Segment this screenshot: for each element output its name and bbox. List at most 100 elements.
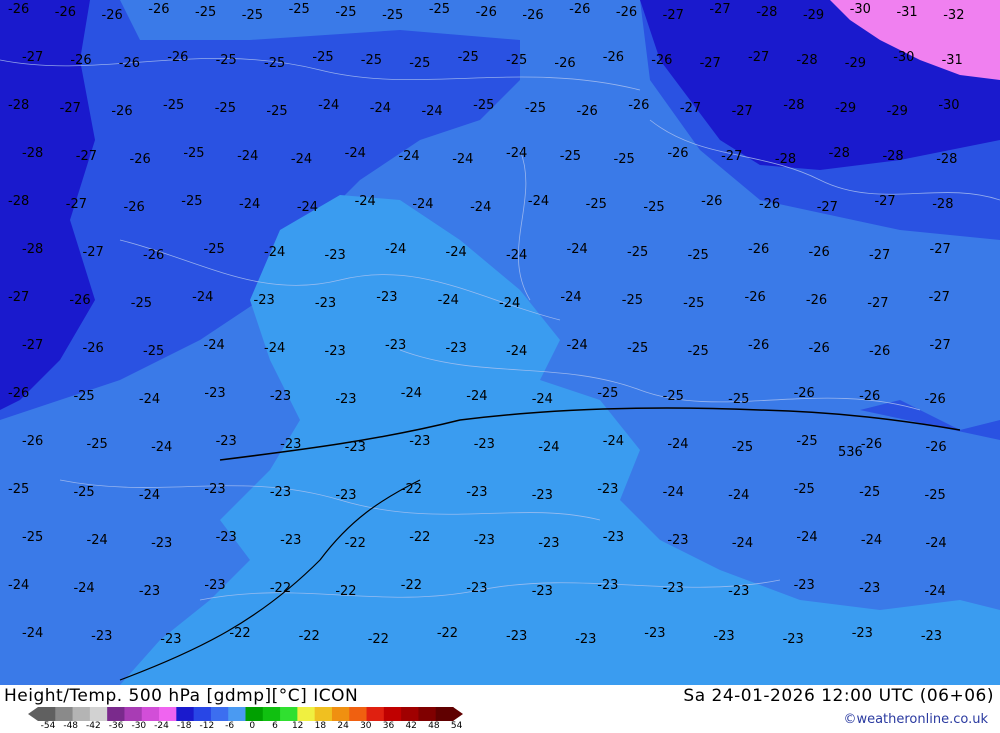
contour-label: -30	[850, 2, 871, 17]
contour-label: -24	[355, 194, 376, 209]
colorbar-swatch	[141, 707, 160, 721]
contour-label: -23	[644, 626, 665, 641]
contour-label: -23	[254, 293, 275, 308]
contour-label: -24	[370, 101, 391, 116]
color-scale-labels: -54 -48 -42 -36 -30 -24 -18 -12 -6 0 6 12 18 24 30 36 42…	[0, 721, 480, 733]
contour-label: -27	[680, 101, 701, 116]
contour-label: -25	[794, 482, 815, 497]
colorbar-arrow-left	[28, 707, 38, 721]
credit-link[interactable]: ©weatheronline.co.uk	[843, 712, 988, 727]
contour-label: -28	[756, 5, 777, 20]
contour-label: -24	[22, 626, 43, 641]
contour-label: -24	[401, 386, 422, 401]
contour-label: -27	[930, 242, 951, 257]
contour-label: -24	[567, 242, 588, 257]
contour-label: -24	[528, 194, 549, 209]
contour-label: -26	[124, 200, 145, 215]
contour-label: -24	[239, 197, 260, 212]
contour-label: -26	[569, 2, 590, 17]
contour-label: -24	[318, 98, 339, 113]
contour-label: -25	[216, 53, 237, 68]
contour-label: -28	[8, 98, 29, 113]
contour-label: -26	[522, 8, 543, 23]
contour-label: -26	[869, 344, 890, 359]
contour-label: -23	[270, 389, 291, 404]
contour-label: -26	[748, 242, 769, 257]
contour-label: -23	[728, 584, 749, 599]
contour-label: -28	[932, 197, 953, 212]
contour-label: -25	[409, 56, 430, 71]
colorbar-swatch	[89, 707, 108, 721]
contour-label: -26	[111, 104, 132, 119]
contour-label: -31	[896, 5, 917, 20]
contour-label: -28	[829, 146, 850, 161]
contour-label: -26	[8, 386, 29, 401]
contour-label: -22	[299, 629, 320, 644]
contour-label: -23	[859, 581, 880, 596]
colorbar-tick-label: 36	[382, 721, 395, 731]
contour-label: -24	[925, 536, 946, 551]
contour-label: -28	[22, 146, 43, 161]
contour-label: -23	[474, 533, 495, 548]
contour-label: -25	[382, 8, 403, 23]
colorbar-swatch	[210, 707, 229, 721]
contour-label: -23	[376, 290, 397, 305]
contour-label: -24	[139, 392, 160, 407]
contour-label: -24	[499, 296, 520, 311]
colorbar-tick-label: -54	[40, 721, 56, 731]
contour-label: -23	[446, 341, 467, 356]
contour-label: -24	[264, 341, 285, 356]
contour-label: -25	[361, 53, 382, 68]
contour-label: -24	[87, 533, 108, 548]
contour-label: -23	[603, 530, 624, 545]
colorbar-tick-label: 18	[314, 721, 327, 731]
contour-label: -23	[335, 392, 356, 407]
colorbar-swatch	[38, 707, 56, 721]
contour-label: -26	[55, 5, 76, 20]
contour-label: -25	[143, 344, 164, 359]
colorbar-swatch	[245, 707, 264, 721]
contour-label: -24	[732, 536, 753, 551]
contour-label: -25	[335, 5, 356, 20]
contour-label: -23	[409, 434, 430, 449]
contour-label: -24	[663, 485, 684, 500]
contour-label: -25	[163, 98, 184, 113]
contour-label: -25	[183, 146, 204, 161]
contour-label: -27	[22, 338, 43, 353]
colorbar-tick-label: -42	[86, 721, 101, 731]
contour-label: -23	[597, 578, 618, 593]
contour-label: -26	[22, 434, 43, 449]
contour-label: -23	[280, 437, 301, 452]
contour-label: -24	[8, 578, 29, 593]
colorbar-swatch	[435, 707, 454, 721]
contour-label: -26	[102, 8, 123, 23]
contour-label: -25	[627, 245, 648, 260]
colorbar-swatch	[297, 707, 316, 721]
temperature-field-map: -26 -26 -26 -26 -25 -25 -25 -25 -25 -25 -26 -26 -26 -…	[0, 0, 1000, 685]
colorbar-swatch	[107, 707, 125, 721]
contour-label: -24	[667, 437, 688, 452]
contour-label: -23	[280, 533, 301, 548]
contour-label: -29	[845, 56, 866, 71]
contour-label: -24	[385, 242, 406, 257]
contour-label: -23	[204, 386, 225, 401]
contour-label: -26	[794, 386, 815, 401]
colorbar-swatch	[331, 707, 350, 721]
contour-label: -24	[506, 344, 527, 359]
contour-label: -26	[8, 2, 29, 17]
colorbar-swatch	[349, 707, 368, 721]
contour-label: -23	[852, 626, 873, 641]
contour-label: -24	[796, 530, 817, 545]
colorbar-swatch	[228, 707, 246, 721]
colorbar-tick-label: 6	[272, 721, 278, 731]
contour-label: -24	[452, 152, 473, 167]
colorbar-swatch	[280, 707, 298, 721]
colorbar-swatch	[55, 707, 74, 721]
contour-label: -26	[861, 437, 882, 452]
contour-label: -26	[148, 2, 169, 17]
contour-label: -23	[532, 488, 553, 503]
contour-label: -27	[22, 50, 43, 65]
colorbar-tick-label: -6	[225, 721, 235, 731]
map-title: Height/Temp. 500 hPa [gdmp][°C] ICON	[4, 686, 359, 706]
contour-label: -25	[429, 2, 450, 17]
